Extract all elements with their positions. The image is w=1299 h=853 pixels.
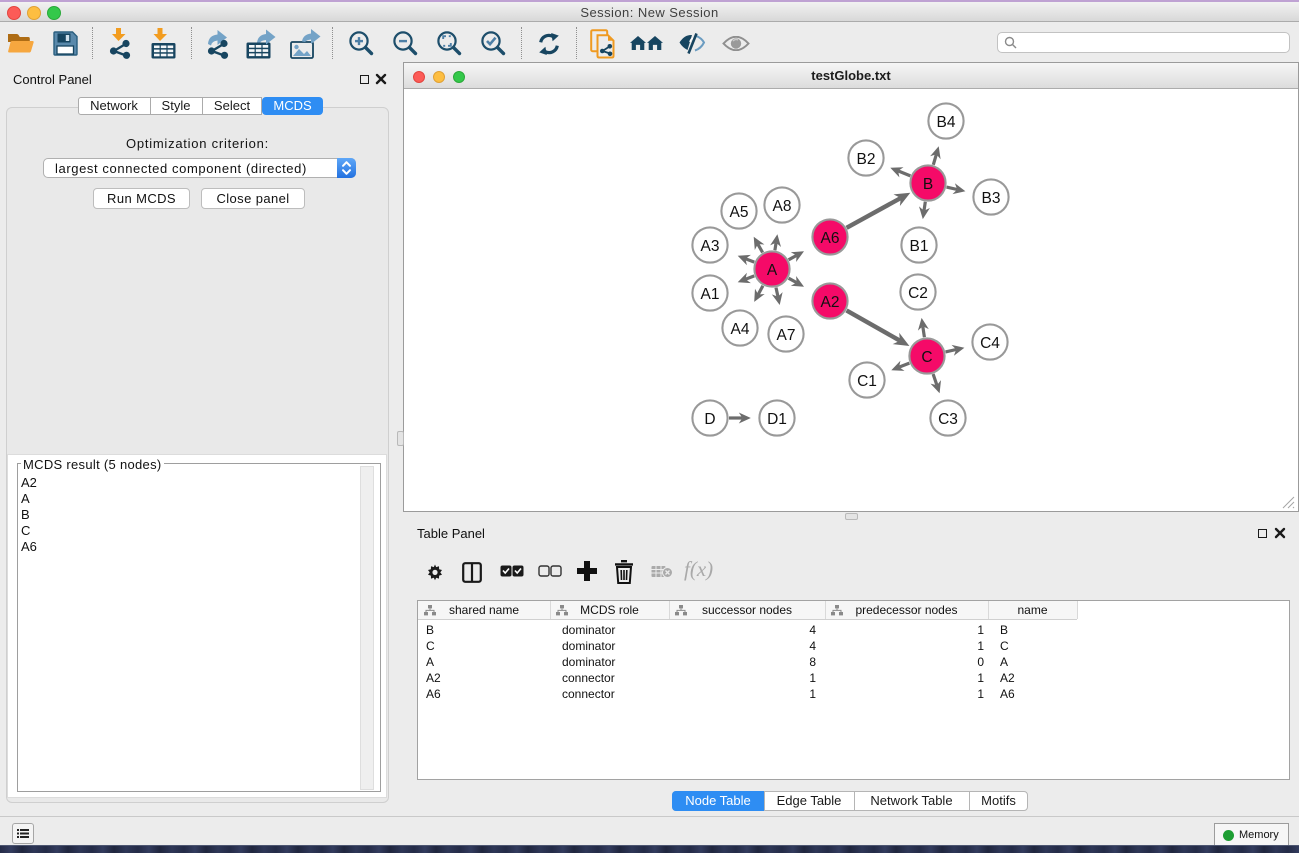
svg-text:C4: C4 bbox=[980, 335, 1000, 352]
svg-text:A: A bbox=[767, 262, 778, 279]
svg-text:D: D bbox=[704, 411, 715, 428]
svg-text:C2: C2 bbox=[908, 285, 928, 302]
svg-text:A5: A5 bbox=[730, 204, 749, 221]
svg-text:B: B bbox=[923, 176, 933, 193]
svg-text:B1: B1 bbox=[910, 238, 929, 255]
svg-text:B3: B3 bbox=[982, 190, 1001, 207]
svg-text:A7: A7 bbox=[777, 327, 796, 344]
svg-text:A3: A3 bbox=[701, 238, 720, 255]
svg-text:B2: B2 bbox=[857, 151, 876, 168]
svg-text:A8: A8 bbox=[773, 198, 792, 215]
svg-text:A6: A6 bbox=[821, 230, 840, 247]
svg-text:C3: C3 bbox=[938, 411, 958, 428]
svg-text:A4: A4 bbox=[731, 321, 750, 338]
svg-text:A2: A2 bbox=[821, 294, 840, 311]
svg-text:C: C bbox=[921, 349, 932, 366]
svg-text:C1: C1 bbox=[857, 373, 877, 390]
svg-text:A1: A1 bbox=[701, 286, 720, 303]
svg-text:D1: D1 bbox=[767, 411, 787, 428]
svg-text:B4: B4 bbox=[937, 114, 956, 131]
